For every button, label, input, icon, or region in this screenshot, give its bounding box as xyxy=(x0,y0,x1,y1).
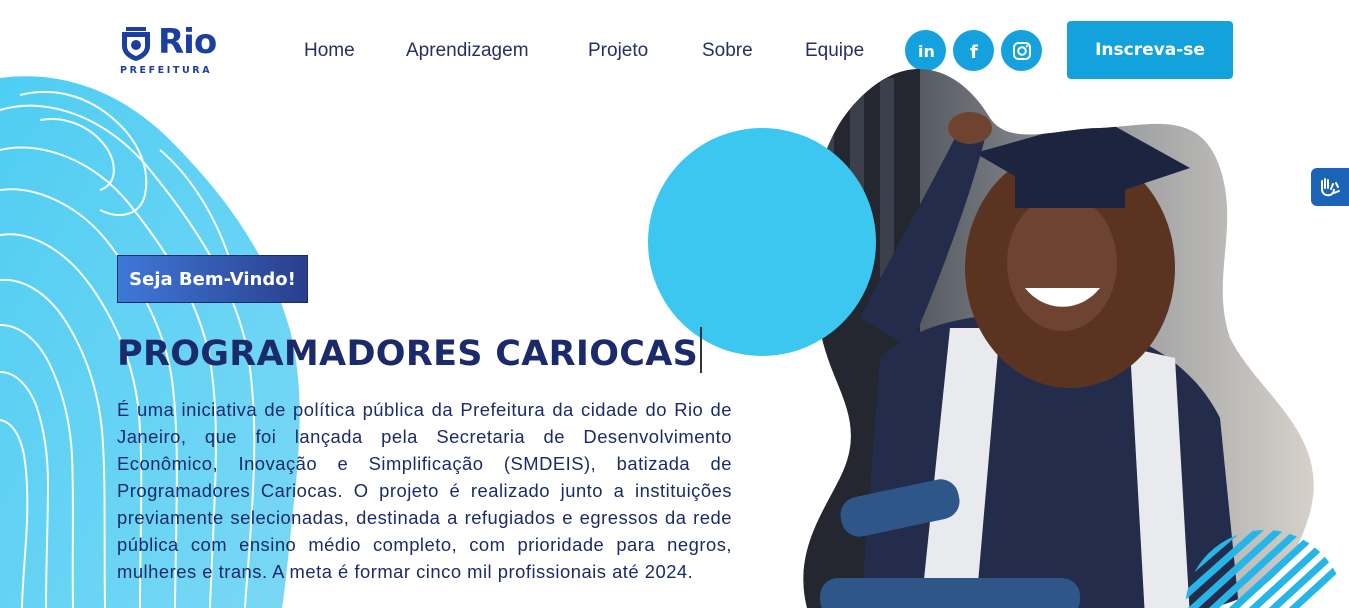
decorative-stripes xyxy=(1185,530,1340,608)
prefeitura-rio-logo[interactable]: Rio PREFEITURA xyxy=(118,22,228,78)
nav-aprendizagem[interactable]: Aprendizagem xyxy=(406,40,529,62)
text-caret xyxy=(700,327,703,373)
sign-language-hands-icon xyxy=(1321,178,1340,197)
accessibility-widget-button[interactable] xyxy=(1311,168,1349,206)
welcome-badge: Seja Bem-Vindo! xyxy=(117,255,308,303)
hero-description: É uma iniciativa de política pública da … xyxy=(117,399,732,582)
nav-sobre[interactable]: Sobre xyxy=(702,40,753,62)
coat-of-arms-icon xyxy=(122,27,150,61)
hero-title-text: PROGRAMADORES CARIOCAS xyxy=(117,334,699,374)
logo-subtitle: PREFEITURA xyxy=(120,65,213,76)
nav-home[interactable]: Home xyxy=(304,40,355,62)
logo-wordmark: Rio xyxy=(158,22,217,62)
decorative-circle xyxy=(648,128,876,356)
hero-title: PROGRAMADORES CARIOCAS xyxy=(117,327,703,374)
nav-projeto[interactable]: Projeto xyxy=(588,40,648,62)
